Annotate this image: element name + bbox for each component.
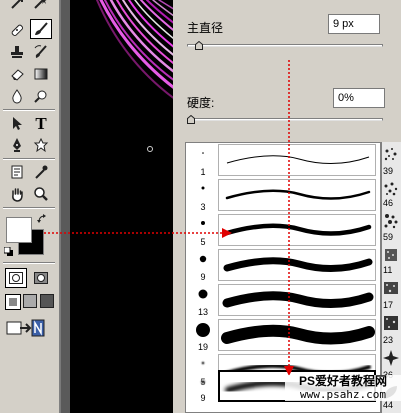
- watermark-title: PS爱好者教程网: [285, 375, 401, 388]
- watermark-url: www.psahz.com: [285, 388, 401, 401]
- brush-preset-item[interactable]: 13: [186, 283, 380, 318]
- brush-size-label: 44: [383, 400, 394, 410]
- brush-stroke-preview: [218, 319, 376, 351]
- master-diameter-field[interactable]: 9 px: [328, 14, 380, 34]
- brush-stroke-preview: [218, 249, 376, 281]
- tools-divider: [3, 207, 55, 209]
- hardness-slider-track[interactable]: [187, 118, 383, 121]
- quick-mask-mode-button[interactable]: [30, 268, 52, 288]
- brush-preset-right-column[interactable]: 39 46 59 11 17 23 36 44: [381, 142, 401, 413]
- zoom-tool-icon[interactable]: [30, 184, 52, 204]
- full-screen-menu-mode-button[interactable]: [23, 294, 37, 308]
- brush-size-label: 17: [383, 300, 394, 310]
- jump-to-imageready-icon[interactable]: [6, 318, 46, 341]
- brush-tip-icon: 19: [190, 318, 216, 353]
- spatter-brush-icon: [382, 146, 400, 164]
- star-brush-icon: [382, 349, 400, 367]
- clone-stamp-tool-icon[interactable]: [6, 42, 28, 62]
- hardness-field[interactable]: 0%: [333, 88, 385, 108]
- brush-size-label: 13: [197, 307, 208, 317]
- spatter-brush-icon: [382, 212, 400, 230]
- pink-light-streaks: [96, 0, 173, 99]
- brush-stroke-preview: [218, 284, 376, 316]
- brush-preset-item[interactable]: 5: [186, 213, 380, 248]
- full-screen-mode-button[interactable]: [40, 294, 54, 308]
- swap-colors-icon[interactable]: [37, 214, 47, 227]
- spatter-brush-icon: [382, 180, 400, 198]
- eraser-tool-icon[interactable]: [6, 64, 28, 84]
- path-selection-tool-icon[interactable]: [6, 113, 28, 133]
- brush-stroke-preview: [218, 144, 376, 176]
- standard-mode-button[interactable]: [5, 268, 27, 288]
- brush-size-label: 3: [200, 202, 206, 212]
- document-canvas[interactable]: [61, 0, 173, 413]
- brush-size-label: 1: [200, 167, 206, 177]
- tools-palette: T: [0, 0, 60, 413]
- tools-divider: [3, 109, 55, 111]
- gradient-tool-icon[interactable]: [30, 64, 52, 84]
- slice-tool-icon[interactable]: [6, 0, 28, 12]
- brush-tip-icon: 9: [190, 369, 216, 404]
- diameter-slider-track[interactable]: [187, 44, 383, 47]
- standard-screen-mode-button[interactable]: [5, 294, 21, 310]
- brush-preset-list[interactable]: 1 3 5 9 13 19 9: [185, 142, 381, 413]
- brush-preset-item[interactable]: 3: [186, 178, 380, 213]
- brush-preset-item[interactable]: 1: [186, 143, 380, 178]
- foreground-color-swatch[interactable]: [6, 217, 32, 243]
- hand-tool-icon[interactable]: [6, 184, 28, 204]
- brush-size-label: 46: [383, 198, 394, 208]
- brush-stroke-preview: [218, 179, 376, 211]
- blur-tool-icon[interactable]: [6, 86, 28, 106]
- master-diameter-label: 主直径: [187, 21, 224, 35]
- brush-tool-icon[interactable]: [30, 19, 52, 39]
- dodge-tool-icon[interactable]: [30, 86, 52, 106]
- default-colors-icon[interactable]: [3, 246, 14, 260]
- brush-cursor-icon: [147, 146, 153, 152]
- custom-shape-tool-icon[interactable]: [30, 135, 52, 155]
- chalk-brush-icon: [382, 279, 400, 297]
- chalk-brush-icon: [382, 246, 400, 264]
- tools-divider: [3, 262, 55, 264]
- brush-tip-icon: 3: [190, 178, 216, 213]
- brush-size-label: 9: [200, 393, 206, 403]
- hardness-slider-thumb[interactable]: [187, 115, 195, 124]
- history-brush-tool-icon[interactable]: [30, 42, 52, 62]
- brush-preset-item[interactable]: 9: [186, 248, 380, 283]
- brush-size-label: 59: [383, 232, 394, 242]
- healing-brush-tool-icon[interactable]: [6, 20, 28, 40]
- brush-stroke-preview: [218, 214, 376, 246]
- brush-size-label: 11: [383, 265, 393, 275]
- brush-preset-item[interactable]: 19: [186, 318, 380, 353]
- tools-divider: [3, 158, 55, 160]
- brush-size-label: 5: [200, 237, 206, 247]
- diameter-slider-thumb[interactable]: [195, 41, 203, 50]
- brush-size-label: 39: [383, 166, 394, 176]
- brush-size-label: 23: [383, 335, 394, 345]
- chalk-brush-icon: [382, 314, 400, 332]
- hardness-label: 硬度:: [187, 96, 215, 110]
- site-watermark: PS爱好者教程网 www.psahz.com: [285, 375, 401, 401]
- brush-tip-icon: 9: [190, 248, 216, 283]
- brush-size-label: 19: [197, 342, 208, 352]
- pen-tool-icon[interactable]: [6, 135, 28, 155]
- brush-preset-picker: 主直径 9 px 硬度: 0% 1 3 5 9 13 19 9 39 46 59…: [173, 0, 401, 413]
- eyedropper-tool-icon[interactable]: [30, 162, 52, 182]
- magic-wand-tool-icon[interactable]: [30, 0, 52, 12]
- brush-tip-icon: 5: [190, 213, 216, 248]
- brush-tip-icon: 1: [190, 143, 216, 178]
- brush-tip-icon: 13: [190, 283, 216, 318]
- brush-size-label: 9: [200, 272, 206, 282]
- type-tool-icon[interactable]: T: [30, 113, 52, 133]
- notes-tool-icon[interactable]: [6, 162, 28, 182]
